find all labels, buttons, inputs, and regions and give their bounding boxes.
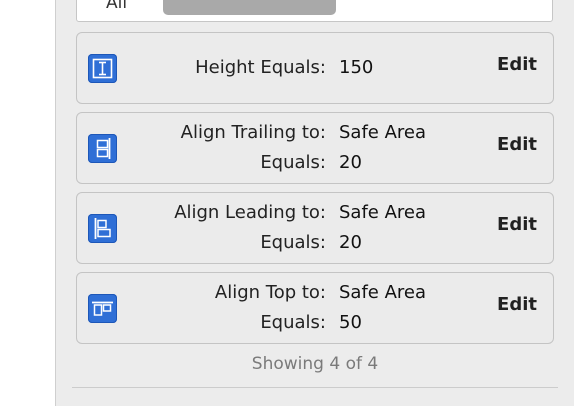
align-trailing-icon: [88, 134, 117, 163]
constraint-card-align-trailing[interactable]: Align Trailing to: Safe Area Equals: 20 …: [76, 112, 554, 184]
constraint-count: Showing 4 of 4: [251, 354, 379, 374]
constraint-label: Equals:: [260, 312, 326, 333]
divider: [72, 387, 558, 388]
segment-this-size-class[interactable]: This Size Class: [163, 0, 336, 15]
height-constraint-icon: [88, 54, 117, 83]
segment-this-size-class-label: This Size Class: [177, 0, 302, 5]
constraint-label: Align Trailing to:: [180, 122, 326, 143]
constraint-label: Equals:: [260, 152, 326, 173]
constraint-value: Safe Area: [339, 202, 427, 223]
constraint-label: Height Equals:: [195, 57, 326, 78]
edit-button[interactable]: Edit: [497, 134, 537, 155]
constraint-label: Align Top to:: [214, 282, 326, 303]
constraint-card-align-leading[interactable]: Align Leading to: Safe Area Equals: 20 E…: [76, 192, 554, 264]
constraint-value: 20: [339, 152, 362, 173]
segment-all[interactable]: All: [106, 0, 127, 13]
edit-button[interactable]: Edit: [497, 294, 537, 315]
edit-button[interactable]: Edit: [497, 54, 537, 75]
constraint-card-height[interactable]: Height Equals: 150 Edit: [76, 32, 554, 104]
align-leading-icon: [88, 214, 117, 243]
left-gutter: [0, 0, 55, 406]
edit-button[interactable]: Edit: [497, 214, 537, 235]
constraint-label: Align Leading to:: [174, 202, 326, 223]
constraint-value: Safe Area: [339, 282, 427, 303]
constraint-value: 50: [339, 312, 362, 333]
constraint-card-align-top[interactable]: Align Top to: Safe Area Equals: 50 Edit: [76, 272, 554, 344]
align-top-icon: [88, 294, 117, 323]
constraint-value: 20: [339, 232, 362, 253]
constraint-label: Equals:: [260, 232, 326, 253]
constraint-value: 150: [339, 57, 374, 78]
constraint-value: Safe Area: [339, 122, 427, 143]
